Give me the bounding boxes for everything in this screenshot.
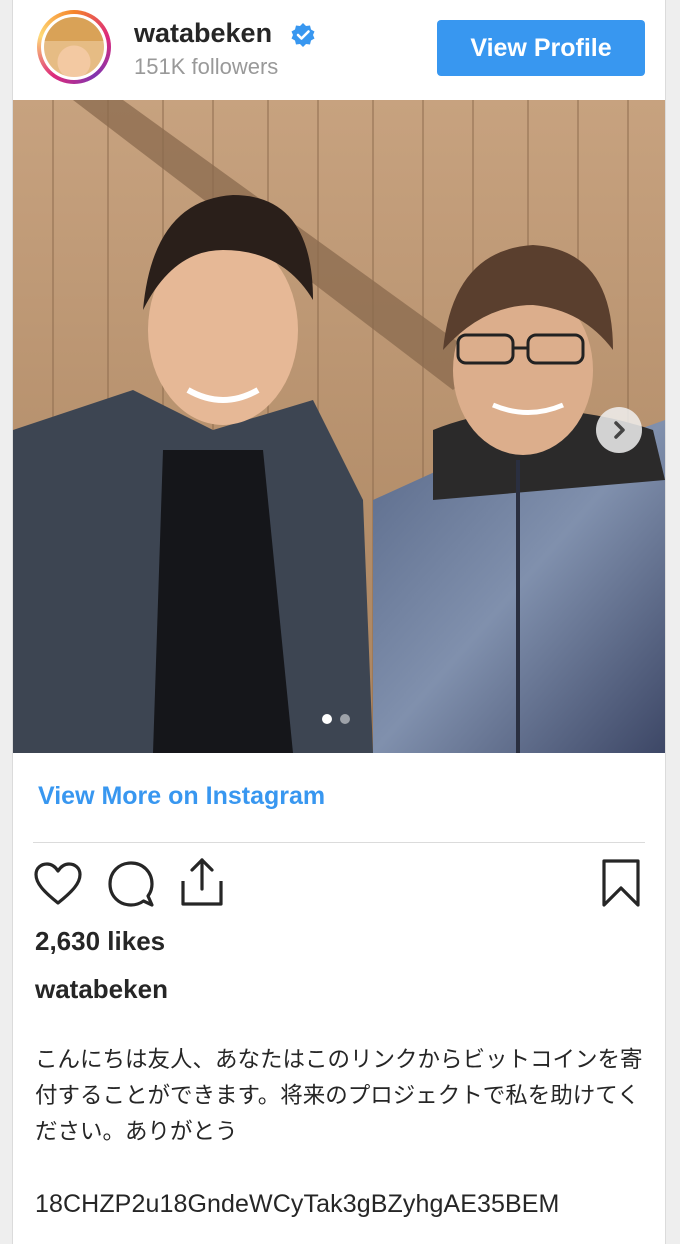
chevron-right-icon	[614, 421, 625, 439]
verified-badge-icon	[291, 23, 315, 47]
header-username[interactable]: watabeken	[134, 18, 272, 49]
bookmark-icon[interactable]	[601, 858, 641, 908]
view-more-link[interactable]: View More on Instagram	[38, 782, 325, 811]
divider	[33, 842, 645, 843]
left-gutter	[0, 0, 12, 1244]
post-photo[interactable]	[13, 100, 665, 753]
carousel-indicator	[322, 714, 350, 724]
comment-icon[interactable]	[107, 860, 155, 908]
page: watabeken 151K followers View Profile Vi…	[0, 0, 680, 1244]
follower-count: 151K followers	[134, 54, 279, 79]
avatar-image	[44, 17, 104, 77]
instagram-embed-card: watabeken 151K followers View Profile Vi…	[12, 0, 666, 1244]
view-profile-button[interactable]: View Profile	[437, 20, 645, 76]
caption-address: 18CHZP2u18GndeWCyTak3gBZyhgAE35BEM	[35, 1190, 560, 1218]
post-header: watabeken 151K followers View Profile	[13, 0, 665, 100]
caption-text: こんにちは友人、あなたはこのリンクからビットコインを寄付することができます。将来…	[35, 1047, 643, 1145]
action-bar	[13, 855, 665, 915]
right-gutter	[666, 0, 680, 1244]
post-photo-image	[13, 100, 665, 753]
next-slide-button[interactable]	[596, 407, 642, 453]
like-count: 2,630 likes	[35, 926, 166, 956]
carousel-dot-active	[322, 714, 332, 724]
share-icon[interactable]	[179, 857, 225, 907]
avatar[interactable]	[37, 10, 111, 84]
heart-icon[interactable]	[33, 861, 83, 907]
caption-username[interactable]: watabeken	[35, 974, 168, 1005]
carousel-dot	[340, 714, 350, 724]
